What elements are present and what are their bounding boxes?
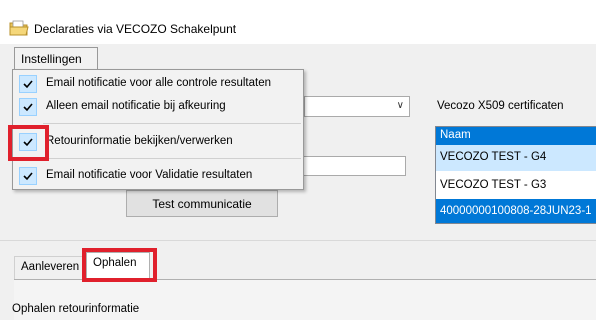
- list-item[interactable]: VECOZO TEST - G3: [436, 173, 596, 199]
- list-header-label: Naam: [440, 129, 471, 141]
- menu-item-label: Retourinformatie bekijken/verwerken: [46, 135, 233, 147]
- list-item-label: VECOZO TEST - G4: [440, 151, 547, 163]
- certificates-label: Vecozo X509 certificaten: [437, 100, 564, 112]
- list-item-label: 40000000100808-28JUN23-1: [440, 205, 592, 217]
- list-item-selected[interactable]: 40000000100808-28JUN23-1: [436, 199, 596, 223]
- certificates-list[interactable]: Naam VECOZO TEST - G4 VECOZO TEST - G3 4…: [435, 126, 596, 224]
- menu-item-label: Email notificatie voor Validatie resulta…: [46, 169, 253, 181]
- title-bar: Declaraties via VECOZO Schakelpunt: [0, 0, 596, 44]
- checkmark-icon: [19, 75, 37, 93]
- checkmark-icon: [19, 98, 37, 116]
- test-communication-button[interactable]: Test communicatie: [126, 190, 278, 217]
- chevron-down-icon[interactable]: ∨: [397, 100, 404, 111]
- list-item[interactable]: VECOZO TEST - G4: [436, 145, 596, 171]
- menu-separator: [43, 158, 301, 159]
- test-communication-label: Test communicatie: [152, 197, 252, 211]
- divider: [0, 240, 596, 241]
- menu-separator: [43, 123, 301, 124]
- panel-title: Ophalen retourinformatie: [12, 303, 140, 315]
- menu-instellingen-label: Instellingen: [21, 52, 82, 66]
- highlight-box-tab: [82, 248, 157, 282]
- settings-combobox[interactable]: ∨: [304, 96, 410, 117]
- window-title: Declaraties via VECOZO Schakelpunt: [34, 22, 237, 36]
- list-item-label: VECOZO TEST - G3: [440, 179, 547, 191]
- list-header-name[interactable]: Naam: [436, 127, 596, 145]
- app-folder-icon: [9, 20, 29, 36]
- menu-item-label: Alleen email notificatie bij afkeuring: [46, 100, 226, 112]
- settings-dropdown-menu: Email notificatie voor alle controle res…: [12, 69, 304, 190]
- menu-item-retourinformatie[interactable]: Retourinformatie bekijken/verwerken: [13, 131, 303, 153]
- tab-aanleveren[interactable]: Aanleveren: [14, 256, 86, 279]
- checkmark-icon: [19, 167, 37, 185]
- menu-item-email-rejection[interactable]: Alleen email notificatie bij afkeuring: [13, 96, 303, 118]
- menu-instellingen[interactable]: Instellingen: [14, 47, 98, 69]
- highlight-box-checkbox: [8, 125, 49, 161]
- menu-item-email-all[interactable]: Email notificatie voor alle controle res…: [13, 73, 303, 95]
- tab-aanleveren-label: Aanleveren: [21, 261, 80, 273]
- menu-item-email-validatie[interactable]: Email notificatie voor Validatie resulta…: [13, 165, 303, 187]
- menu-item-label: Email notificatie voor alle controle res…: [46, 77, 272, 89]
- text-field[interactable]: [288, 156, 406, 176]
